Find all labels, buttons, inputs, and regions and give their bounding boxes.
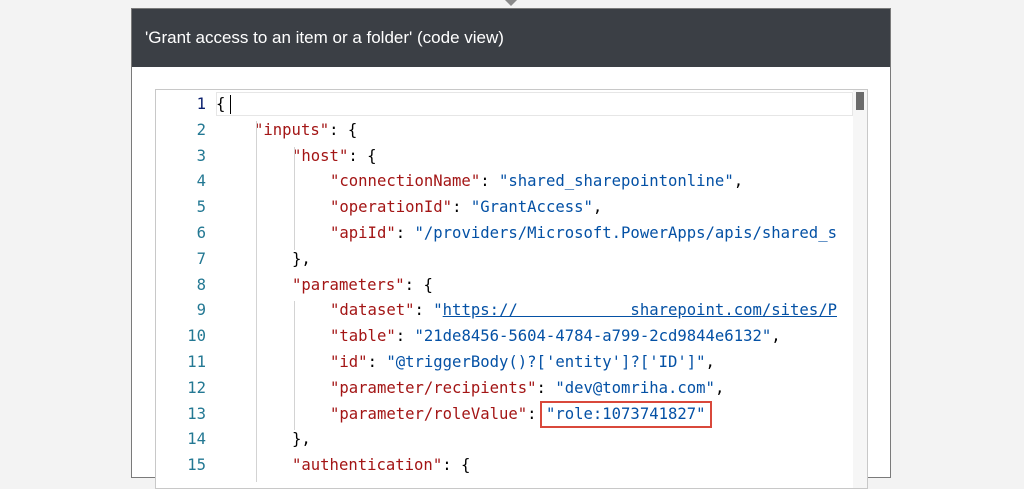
json-punctuation: , — [592, 198, 603, 217]
code-line: "connectionName": "shared_sharepointonli… — [330, 169, 867, 195]
card-header[interactable]: 'Grant access to an item or a folder' (c… — [132, 9, 890, 67]
json-punctuation: : { — [404, 275, 433, 294]
json-key: "table" — [330, 327, 396, 346]
json-key: "parameter/roleValue" — [330, 404, 528, 423]
json-key: "connectionName" — [330, 172, 481, 191]
line-number: 5 — [196, 198, 206, 217]
line-number: 13 — [187, 404, 206, 423]
json-punctuation: : — [395, 224, 415, 242]
highlight-box — [539, 400, 712, 429]
indent-guide — [294, 301, 295, 431]
json-key: "apiId" — [330, 224, 396, 242]
json-punctuation: , — [705, 353, 715, 371]
code-line: "id": "@triggerBody()?['entity']?['ID']"… — [330, 350, 867, 376]
json-punctuation: : { — [442, 456, 471, 475]
code-line: "dataset": "https:// sharepoint.com/site… — [330, 298, 867, 324]
indent-guide — [294, 146, 295, 250]
json-punctuation: : — [395, 327, 415, 346]
json-string: "21de8456-5604-4784-a799-2cd9844e6132" — [414, 327, 772, 346]
scrollbar-thumb[interactable] — [856, 92, 864, 110]
line-number: 6 — [196, 224, 206, 242]
line-number: 15 — [187, 456, 206, 475]
json-punctuation: : { — [348, 146, 377, 165]
line-number: 8 — [196, 275, 206, 294]
json-punctuation: : — [414, 301, 434, 320]
json-punctuation: : — [367, 353, 387, 371]
code-editor[interactable]: 1 2 3 4 5 6 7 8 9 10 11 12 13 14 15 {"inputs": {"host"… — [155, 89, 868, 489]
json-key: "dataset" — [330, 301, 415, 320]
json-key: "parameter/recipients" — [330, 378, 537, 397]
json-punctuation: , — [714, 378, 725, 397]
json-punctuation: : — [452, 198, 471, 217]
json-punctuation: : { — [329, 120, 358, 139]
json-punctuation: : — [536, 378, 556, 397]
code-line: "parameters": { — [292, 273, 867, 299]
indent-guide — [256, 120, 257, 482]
code-line: "parameter/recipients": "dev@tomriha.com… — [330, 376, 867, 402]
json-string: " — [433, 301, 443, 320]
json-string: "/providers/Microsoft.PowerApps/apis/sha… — [414, 224, 837, 242]
line-number: 2 — [196, 120, 206, 139]
line-number: 9 — [196, 301, 206, 320]
json-punctuation: , — [733, 172, 744, 191]
code-line: "table": "21de8456-5604-4784-a799-2cd984… — [330, 324, 867, 350]
code-area[interactable]: {"inputs": {"host": {"connectionName": "… — [216, 90, 867, 488]
json-punctuation: }, — [292, 430, 311, 449]
line-number: 14 — [187, 430, 206, 449]
json-punctuation: : — [480, 172, 499, 191]
json-string: "@triggerBody()?['entity']?['ID']" — [386, 353, 706, 371]
line-number: 3 — [196, 146, 206, 165]
line-number: 4 — [196, 172, 206, 191]
json-punctuation: }, — [292, 249, 311, 268]
line-number: 1 — [196, 95, 206, 113]
code-line: "host": { — [292, 144, 867, 170]
json-key: "authentication" — [292, 456, 443, 475]
json-punctuation: , — [771, 327, 781, 346]
code-line: }, — [292, 247, 867, 273]
action-card: 'Grant access to an item or a folder' (c… — [131, 8, 891, 489]
url-link[interactable]: https:// sharepoint.com/sites/P — [443, 301, 837, 319]
json-key: "host" — [292, 146, 349, 165]
json-key: "parameters" — [292, 275, 405, 294]
json-string: "GrantAccess" — [470, 198, 593, 217]
code-line: { — [216, 92, 867, 118]
line-number: 11 — [187, 353, 206, 371]
code-line: "inputs": { — [254, 118, 867, 144]
flow-connector-arrow — [505, 0, 517, 6]
json-key: "operationId" — [330, 198, 453, 217]
json-punctuation: { — [216, 95, 226, 113]
line-number: 12 — [187, 378, 206, 397]
vertical-scrollbar[interactable] — [853, 90, 867, 488]
line-number: 7 — [196, 249, 206, 268]
line-number-gutter: 1 2 3 4 5 6 7 8 9 10 11 12 13 14 15 — [156, 90, 216, 488]
code-line: }, — [292, 427, 867, 453]
line-number: 10 — [187, 327, 206, 346]
json-key: "inputs" — [254, 120, 330, 139]
code-line: "authentication": { — [292, 453, 867, 479]
card-title: 'Grant access to an item or a folder' (c… — [145, 28, 504, 47]
code-line: "apiId": "/providers/Microsoft.PowerApps… — [330, 221, 867, 247]
json-key: "id" — [330, 353, 368, 371]
json-string: "shared_sharepointonline" — [499, 172, 734, 191]
code-line: "operationId": "GrantAccess", — [330, 195, 867, 221]
json-string: "dev@tomriha.com" — [555, 378, 715, 397]
